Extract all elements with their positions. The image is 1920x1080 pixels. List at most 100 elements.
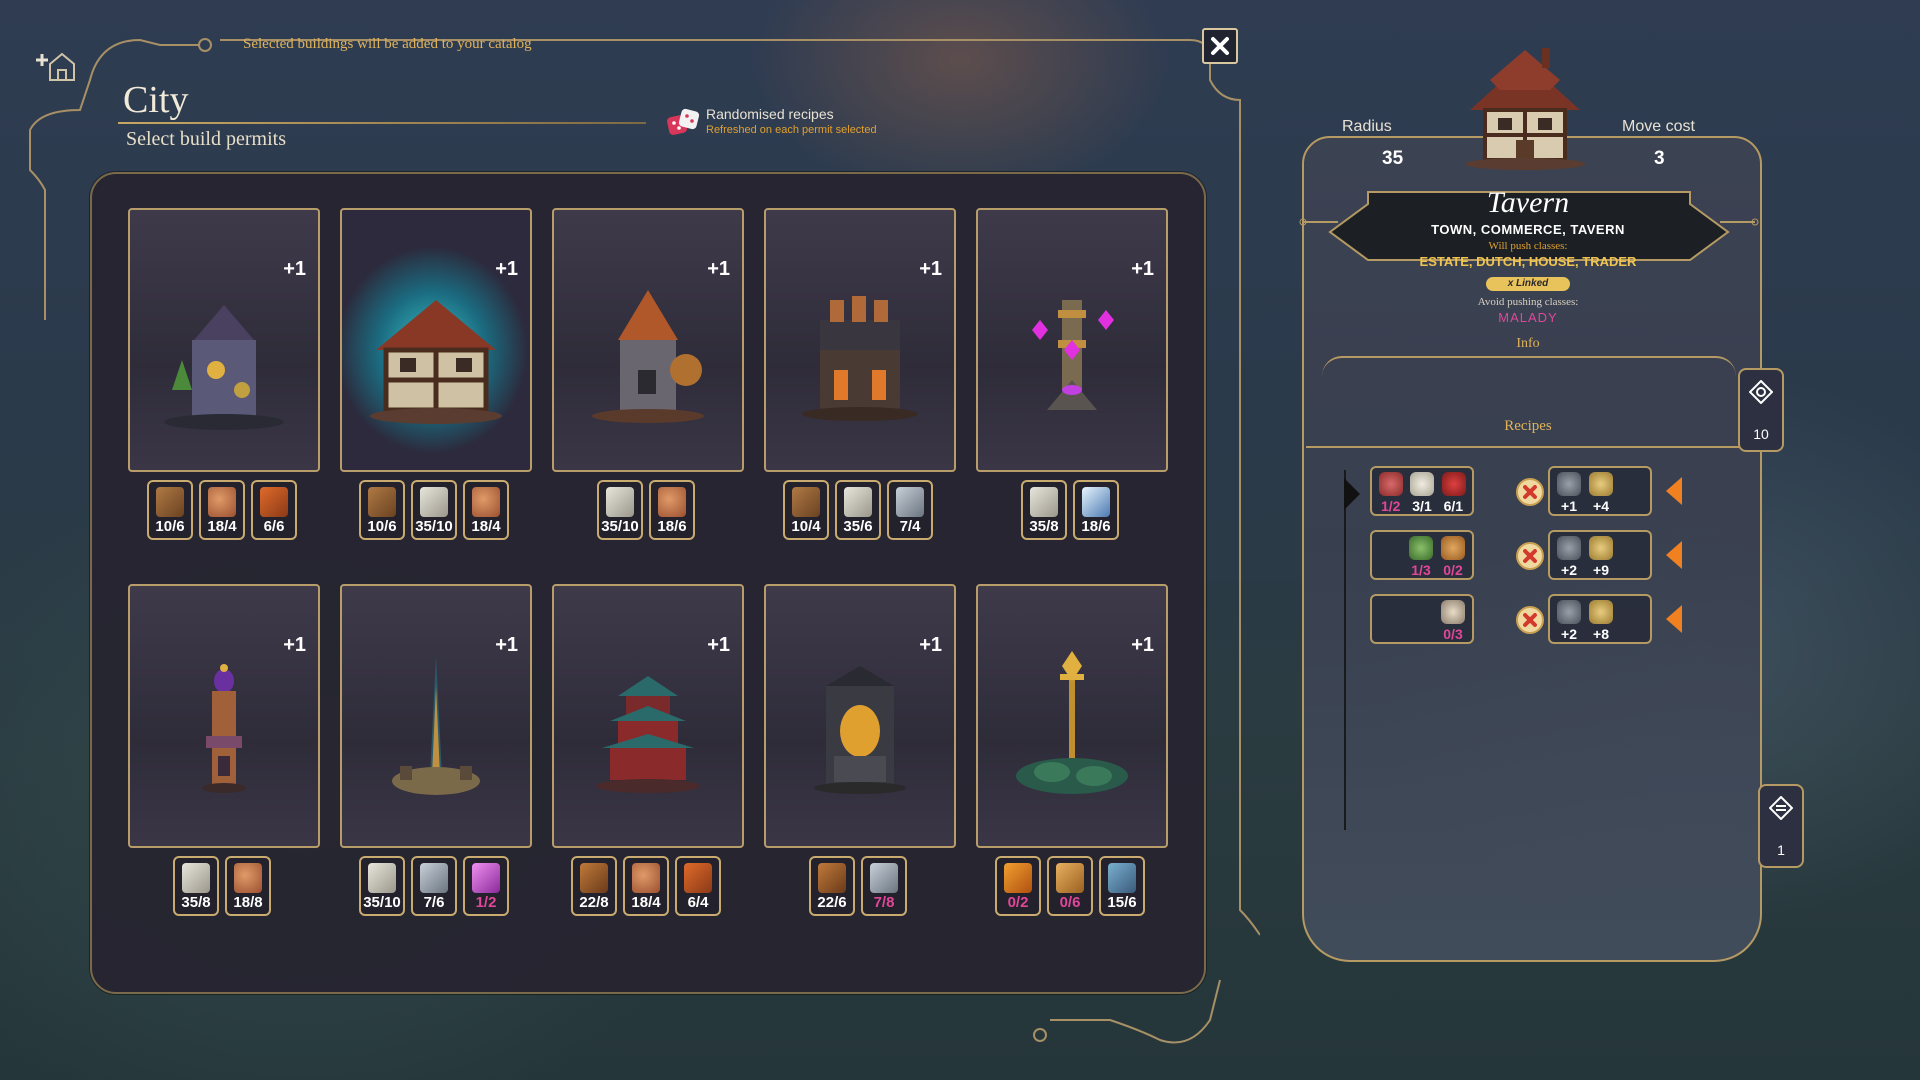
resource-cost: 7/6 <box>411 856 457 916</box>
linked-badge: x Linked <box>1486 277 1570 291</box>
recipe-output: +8 <box>1586 598 1616 642</box>
recipe-ingredient: 3/1 <box>1407 470 1436 514</box>
radius-value: 35 <box>1382 148 1404 169</box>
resource-cost: 15/6 <box>1099 856 1145 916</box>
resource-cost: 0/2 <box>995 856 1041 916</box>
resource-amount: 35/8 <box>181 894 211 911</box>
resource-cost: 18/6 <box>649 480 695 540</box>
building-classes: TOWN, COMMERCE, TAVERN <box>1431 222 1625 237</box>
play-icon[interactable] <box>1344 478 1360 510</box>
resource-cost: 0/6 <box>1047 856 1093 916</box>
lock-icon <box>1557 472 1581 496</box>
recipe-select-arrow-icon[interactable] <box>1666 477 1682 505</box>
side-badge-bottom[interactable]: 1 <box>1758 784 1804 868</box>
output-amount: +9 <box>1593 562 1609 578</box>
permit-card[interactable]: +1 <box>340 208 532 472</box>
resource-amount: 6/6 <box>263 518 285 535</box>
resource-amount: 35/6 <box>843 518 873 535</box>
side-badge-bottom-count: 1 <box>1777 842 1785 858</box>
permit-bonus: +1 <box>707 634 730 656</box>
info-tab[interactable]: Info <box>1378 336 1678 352</box>
wood-icon <box>368 487 396 517</box>
egg-icon <box>1410 472 1435 496</box>
recipe-output: +2 <box>1554 534 1584 578</box>
page-subtitle: Select build permits <box>126 128 286 150</box>
resource-amount: 10/6 <box>155 518 185 535</box>
resource-amount: 18/8 <box>233 894 263 911</box>
move-cost-value: 3 <box>1654 148 1665 169</box>
permit-card[interactable]: +1 <box>128 208 320 472</box>
resource-cost: 7/8 <box>861 856 907 916</box>
permit-bonus: +1 <box>919 258 942 280</box>
stone-icon <box>368 863 396 893</box>
resource-cost: 18/4 <box>623 856 669 916</box>
wheat-icon <box>1056 863 1084 893</box>
recipe-row[interactable]: 0/3 +2 +8 <box>1370 594 1688 650</box>
building-image <box>1016 651 1128 794</box>
add-building-icon[interactable] <box>36 46 84 86</box>
ingredient-amount: 6/1 <box>1443 498 1464 514</box>
iron-icon <box>896 487 924 517</box>
resource-cost-row: 10/4 35/6 7/4 <box>783 480 933 540</box>
resource-cost: 22/8 <box>571 856 617 916</box>
permit-card[interactable]: +1 <box>976 584 1168 848</box>
building-image <box>802 296 918 421</box>
permit-card[interactable]: +1 <box>976 208 1168 472</box>
recipe-ingredient: 1/2 <box>1376 470 1405 514</box>
chest-icon <box>580 863 608 893</box>
resource-cost: 35/10 <box>597 480 643 540</box>
permit-card[interactable]: +1 <box>340 584 532 848</box>
permit-card[interactable]: +1 <box>128 584 320 848</box>
resource-cost-row: 0/2 0/6 15/6 <box>995 856 1145 916</box>
building-image <box>370 300 502 424</box>
permit-card[interactable]: +1 <box>764 584 956 848</box>
permit-bonus: +1 <box>283 258 306 280</box>
resource-cost: 35/8 <box>1021 480 1067 540</box>
target-icon <box>1749 380 1773 404</box>
recipe-row[interactable]: 1/2 3/1 6/1 +1 +4 <box>1370 466 1688 522</box>
resource-amount: 35/10 <box>601 518 639 535</box>
permit-bonus: +1 <box>1131 258 1154 280</box>
resource-amount: 18/4 <box>631 894 661 911</box>
chest-icon <box>818 863 846 893</box>
resource-amount: 18/6 <box>1081 518 1111 535</box>
resource-amount: 1/2 <box>475 894 497 911</box>
unavailable-icon <box>1516 542 1544 570</box>
resource-amount: 0/2 <box>1007 894 1029 911</box>
resource-amount: 6/4 <box>687 894 709 911</box>
ingredient-amount: 1/3 <box>1411 562 1431 578</box>
resource-amount: 35/8 <box>1029 518 1059 535</box>
recipes-tab[interactable]: Recipes <box>1478 418 1578 435</box>
permit-card[interactable]: +1 <box>552 584 744 848</box>
avoid-classes-value: MALADY <box>1498 310 1558 325</box>
recipe-output: +9 <box>1586 534 1616 578</box>
permit-card[interactable]: +1 <box>764 208 956 472</box>
recipe-select-arrow-icon[interactable] <box>1666 605 1682 633</box>
permit-card[interactable]: +1 <box>552 208 744 472</box>
resource-amount: 7/8 <box>873 894 895 911</box>
resource-cost: 35/8 <box>173 856 219 916</box>
recipe-output: +4 <box>1586 470 1616 514</box>
side-badge-top[interactable]: 10 <box>1738 368 1784 452</box>
close-button[interactable] <box>1202 28 1238 64</box>
mushroom-icon <box>1441 600 1465 624</box>
resource-cost: 10/6 <box>147 480 193 540</box>
recipe-select-arrow-icon[interactable] <box>1666 541 1682 569</box>
recipe-ingredient: 0/2 <box>1438 534 1468 578</box>
recipe-ingredient: 6/1 <box>1439 470 1468 514</box>
building-image <box>164 305 284 430</box>
lock-icon <box>1557 600 1581 624</box>
resource-amount: 7/4 <box>899 518 921 535</box>
side-badge-top-count: 10 <box>1753 426 1769 442</box>
building-image <box>814 666 906 794</box>
resource-amount: 10/4 <box>791 518 821 535</box>
output-amount: +2 <box>1561 626 1577 642</box>
recipe-ingredient: 1/3 <box>1406 534 1436 578</box>
push-classes-label: Will push classes: <box>1488 240 1568 252</box>
ingredient-amount: 3/1 <box>1412 498 1432 514</box>
recipe-row[interactable]: 1/3 0/2 +2 +9 <box>1370 530 1688 586</box>
lock-icon <box>1557 536 1581 560</box>
resource-cost: 35/10 <box>359 856 405 916</box>
building-image <box>1032 300 1114 410</box>
resource-cost: 10/4 <box>783 480 829 540</box>
